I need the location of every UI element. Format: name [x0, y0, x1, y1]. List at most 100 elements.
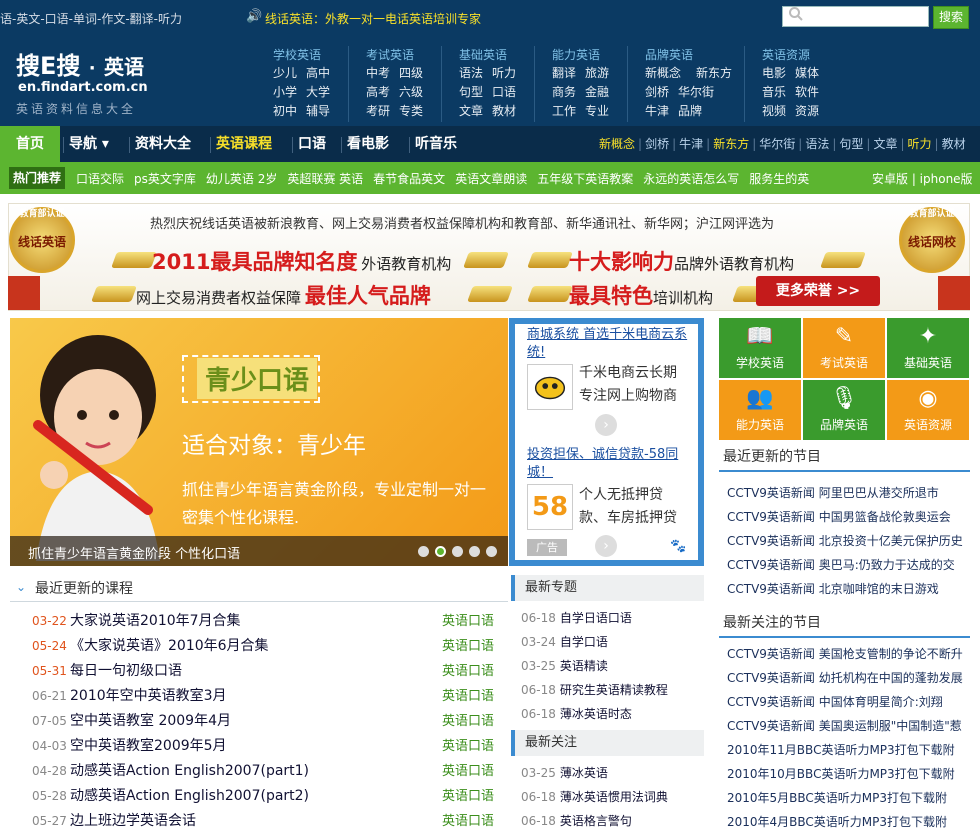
list-item[interactable]: 03-25 英语精读 — [521, 657, 608, 681]
course-title[interactable]: 动感英语Action English2007(part1) — [70, 763, 309, 779]
ad-next-icon[interactable]: › — [595, 414, 617, 436]
program-link[interactable]: 2010年4月BBC英语听力MP3打包下载附 — [727, 813, 947, 830]
ad-text-2[interactable]: 个人无抵押贷款、车房抵押贷 — [579, 484, 689, 530]
category-link[interactable]: 工作 — [552, 102, 585, 119]
slider-dot[interactable] — [435, 546, 446, 557]
course-category[interactable]: 英语口语 — [442, 735, 494, 754]
program-link[interactable]: CCTV9英语新闻 北京咖啡馆的末日游戏 — [727, 580, 939, 604]
category-link[interactable]: 高中 — [306, 64, 339, 81]
category-link[interactable]: 金融 — [585, 83, 618, 100]
program-link[interactable]: 2010年5月BBC英语听力MP3打包下载附 — [727, 789, 947, 813]
nav-item[interactable]: 口语 — [298, 126, 326, 162]
course-title[interactable]: 空中英语教室 2009年4月 — [70, 713, 231, 729]
list-item[interactable]: 06-18 自学日语口语 — [521, 609, 632, 633]
category-link[interactable]: 电影 — [762, 64, 795, 81]
nav-home[interactable]: 首页 — [0, 126, 60, 162]
category-link[interactable]: 牛津 — [645, 102, 678, 119]
ad-icon-1[interactable] — [527, 364, 573, 410]
program-link[interactable]: CCTV9英语新闻 北京投资十亿美元保护历史 — [727, 532, 963, 556]
hot-link[interactable]: 英语文章朗读 — [455, 172, 527, 186]
nav-item[interactable]: 资料大全 — [135, 126, 191, 162]
nav-right-link[interactable]: 听力 — [908, 137, 932, 151]
nav-item[interactable]: 看电影 — [347, 126, 389, 162]
category-title[interactable]: 英语资源 — [762, 46, 828, 64]
search-input[interactable] — [782, 6, 929, 27]
nav-right-link[interactable]: 文章 — [873, 137, 897, 151]
category-link[interactable]: 句型 — [459, 83, 492, 100]
category-link[interactable]: 中考 — [366, 64, 399, 81]
course-row[interactable]: 05-27 边上班边学英语会话 英语口语 — [32, 810, 494, 830]
hot-link[interactable]: 春节食品英文 — [373, 172, 445, 186]
course-row[interactable]: 04-03 空中英语教室2009年5月 英语口语 — [32, 735, 494, 760]
category-link[interactable]: 音乐 — [762, 83, 795, 100]
category-link[interactable]: 剑桥 — [645, 83, 678, 100]
logo[interactable]: 搜E搜 · 英语 — [16, 46, 144, 81]
course-category[interactable]: 英语口语 — [442, 785, 494, 804]
hot-link[interactable]: ps英文字库 — [134, 172, 196, 186]
slider-dot[interactable] — [469, 546, 480, 557]
more-honors-button[interactable]: 更多荣誉 >> — [756, 276, 880, 306]
category-link[interactable]: 品牌 — [678, 102, 711, 119]
item-title[interactable]: 自学日语口语 — [560, 611, 632, 625]
ad-title-1[interactable]: 商城系统 首选千米电商云系统! — [527, 326, 697, 362]
category-link[interactable]: 翻译 — [552, 64, 585, 81]
slider-dot[interactable] — [486, 546, 497, 557]
ad-text-1[interactable]: 千米电商云长期专注网上购物商 — [579, 362, 689, 408]
hot-link[interactable]: 服务生的英 — [749, 172, 809, 186]
course-row[interactable]: 03-22 大家说英语2010年7月合集 英语口语 — [32, 610, 494, 635]
category-link[interactable]: 新概念 — [645, 64, 696, 81]
category-link[interactable]: 旅游 — [585, 64, 618, 81]
app-links[interactable]: 安卓版 | iphone版 — [872, 170, 973, 187]
program-link[interactable]: CCTV9英语新闻 美国奥运制服"中国制造"惹 — [727, 717, 962, 741]
category-link[interactable]: 口语 — [492, 83, 525, 100]
hot-link[interactable]: 英超联赛 英语 — [287, 172, 363, 186]
program-link[interactable]: CCTV9英语新闻 奥巴马:仍致力于达成的交 — [727, 556, 955, 580]
category-tile[interactable]: ✎ 考试英语 — [803, 318, 885, 378]
category-link[interactable]: 考研 — [366, 102, 399, 119]
category-link[interactable]: 教材 — [492, 102, 525, 119]
hot-link[interactable]: 永远的英语怎么写 — [643, 172, 739, 186]
top-links[interactable]: 语-英文-口语-单词-作文-翻译-听力 — [0, 10, 182, 27]
item-title[interactable]: 薄冰英语惯用法词典 — [560, 790, 668, 804]
list-item[interactable]: 06-18 薄冰英语时态 — [521, 705, 632, 729]
category-link[interactable]: 初中 — [273, 102, 306, 119]
program-link[interactable]: CCTV9英语新闻 幼托机构在中国的蓬勃发展 — [727, 669, 963, 693]
category-link[interactable]: 资源 — [795, 102, 828, 119]
course-row[interactable]: 05-31 每日一句初级口语 英语口语 — [32, 660, 494, 685]
slide-caption[interactable]: 抓住青少年语言黄金阶段 个性化口语 — [28, 543, 240, 562]
category-link[interactable]: 高考 — [366, 83, 399, 100]
ad-title-2[interactable]: 投资担保、诚信贷款-58同城！ — [527, 446, 697, 482]
list-item[interactable]: 06-18 英语格言警句 — [521, 812, 632, 830]
course-category[interactable]: 英语口语 — [442, 685, 494, 704]
nav-item[interactable]: 英语课程 — [216, 126, 272, 162]
course-category[interactable]: 英语口语 — [442, 710, 494, 729]
item-title[interactable]: 英语格言警句 — [560, 814, 632, 828]
nav-right-link[interactable]: 新概念 — [599, 137, 635, 151]
category-link[interactable]: 六级 — [399, 83, 432, 100]
category-link[interactable]: 辅导 — [306, 102, 339, 119]
category-title[interactable]: 学校英语 — [273, 46, 339, 64]
course-category[interactable]: 英语口语 — [442, 810, 494, 829]
hot-link[interactable]: 五年级下英语教案 — [537, 172, 633, 186]
hot-link[interactable]: 幼儿英语 2岁 — [206, 172, 277, 186]
course-row[interactable]: 06-21 2010年空中英语教室3月 英语口语 — [32, 685, 494, 710]
ad-icon-2[interactable]: 58 — [527, 484, 573, 530]
nav-right-link[interactable]: 剑桥 — [645, 137, 669, 151]
program-link[interactable]: 2010年11月BBC英语听力MP3打包下载附 — [727, 741, 955, 765]
category-tile[interactable]: ◉ 英语资源 — [887, 380, 969, 440]
program-link[interactable]: CCTV9英语新闻 中国体育明星简介:刘翔 — [727, 693, 943, 717]
category-link[interactable]: 新东方 — [696, 64, 732, 81]
course-title[interactable]: 边上班边学英语会话 — [70, 813, 196, 829]
category-link[interactable]: 媒体 — [795, 64, 828, 81]
program-link[interactable]: CCTV9英语新闻 中国男篮备战伦敦奥运会 — [727, 508, 951, 532]
category-link[interactable]: 大学 — [306, 83, 339, 100]
category-title[interactable]: 能力英语 — [552, 46, 618, 64]
category-link[interactable]: 商务 — [552, 83, 585, 100]
course-row[interactable]: 04-28 动感英语Action English2007(part1) 英语口语 — [32, 760, 494, 785]
category-tile[interactable]: 🎙 品牌英语 — [803, 380, 885, 440]
slider-dot[interactable] — [452, 546, 463, 557]
category-link[interactable]: 少儿 — [273, 64, 306, 81]
category-tile[interactable]: 👥 能力英语 — [719, 380, 801, 440]
category-tile[interactable]: ✦ 基础英语 — [887, 318, 969, 378]
category-link[interactable]: 小学 — [273, 83, 306, 100]
